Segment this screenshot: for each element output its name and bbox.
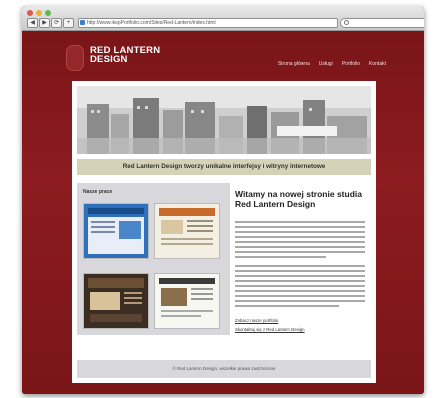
portfolio-thumbnail-blue[interactable] [83, 203, 149, 259]
welcome-heading: Witamy na nowej stronie studia Red Lante… [235, 189, 362, 209]
portfolio-panel: Nasze prace [77, 183, 230, 335]
portfolio-thumbnail-light[interactable] [154, 273, 220, 329]
web-page-viewport[interactable]: RED LANTERN DESIGN Strona główna Usługi … [22, 31, 424, 394]
zoom-window-button[interactable] [45, 10, 51, 16]
close-window-button[interactable] [27, 10, 33, 16]
hero-image [77, 86, 371, 154]
back-icon[interactable]: ◀ [27, 18, 38, 28]
content-page: Red Lantern Design tworzy unikalne inter… [72, 81, 376, 383]
add-bookmark-icon[interactable]: + [63, 18, 74, 28]
portfolio-title: Nasze prace [83, 189, 113, 195]
footer: © Red Lantern Design, wszelkie prawa zas… [77, 360, 371, 378]
portfolio-thumbnail-cream[interactable] [154, 203, 220, 259]
second-paragraph [235, 265, 365, 310]
menu-item-contact[interactable]: Kontakt [369, 61, 386, 67]
main-menu: Strona główna Usługi Portfolio Kontakt [278, 61, 386, 67]
reload-icon[interactable]: ⟳ [51, 18, 62, 28]
logo-line-2: DESIGN [90, 54, 128, 65]
address-bar[interactable]: http://www.ikepPortfolio.com/Sites/Red-L… [78, 18, 338, 28]
portfolio-link[interactable]: Zobacz nasze portfolio [235, 318, 278, 323]
menu-item-portfolio[interactable]: Portfolio [342, 61, 360, 67]
portfolio-thumbnail-dark[interactable] [83, 273, 149, 329]
site-logo[interactable]: RED LANTERN DESIGN [90, 46, 160, 65]
tagline-banner: Red Lantern Design tworzy unikalne inter… [77, 159, 371, 175]
contact-link[interactable]: Skontaktuj się z Red Lantern Design [235, 327, 305, 332]
intro-paragraph [235, 221, 365, 261]
lantern-logo-icon [66, 45, 84, 71]
site-favicon-icon [80, 20, 85, 25]
menu-item-services[interactable]: Usługi [319, 61, 333, 67]
browser-toolbar: ◀ ▶ ⟳ + http://www.ikepPortfolio.com/Sit… [22, 6, 424, 31]
forward-icon[interactable]: ▶ [39, 18, 50, 28]
search-field[interactable] [340, 18, 424, 28]
minimize-window-button[interactable] [36, 10, 42, 16]
search-icon [344, 20, 349, 25]
menu-item-home[interactable]: Strona główna [278, 61, 310, 67]
browser-window: ◀ ▶ ⟳ + http://www.ikepPortfolio.com/Sit… [22, 6, 424, 394]
